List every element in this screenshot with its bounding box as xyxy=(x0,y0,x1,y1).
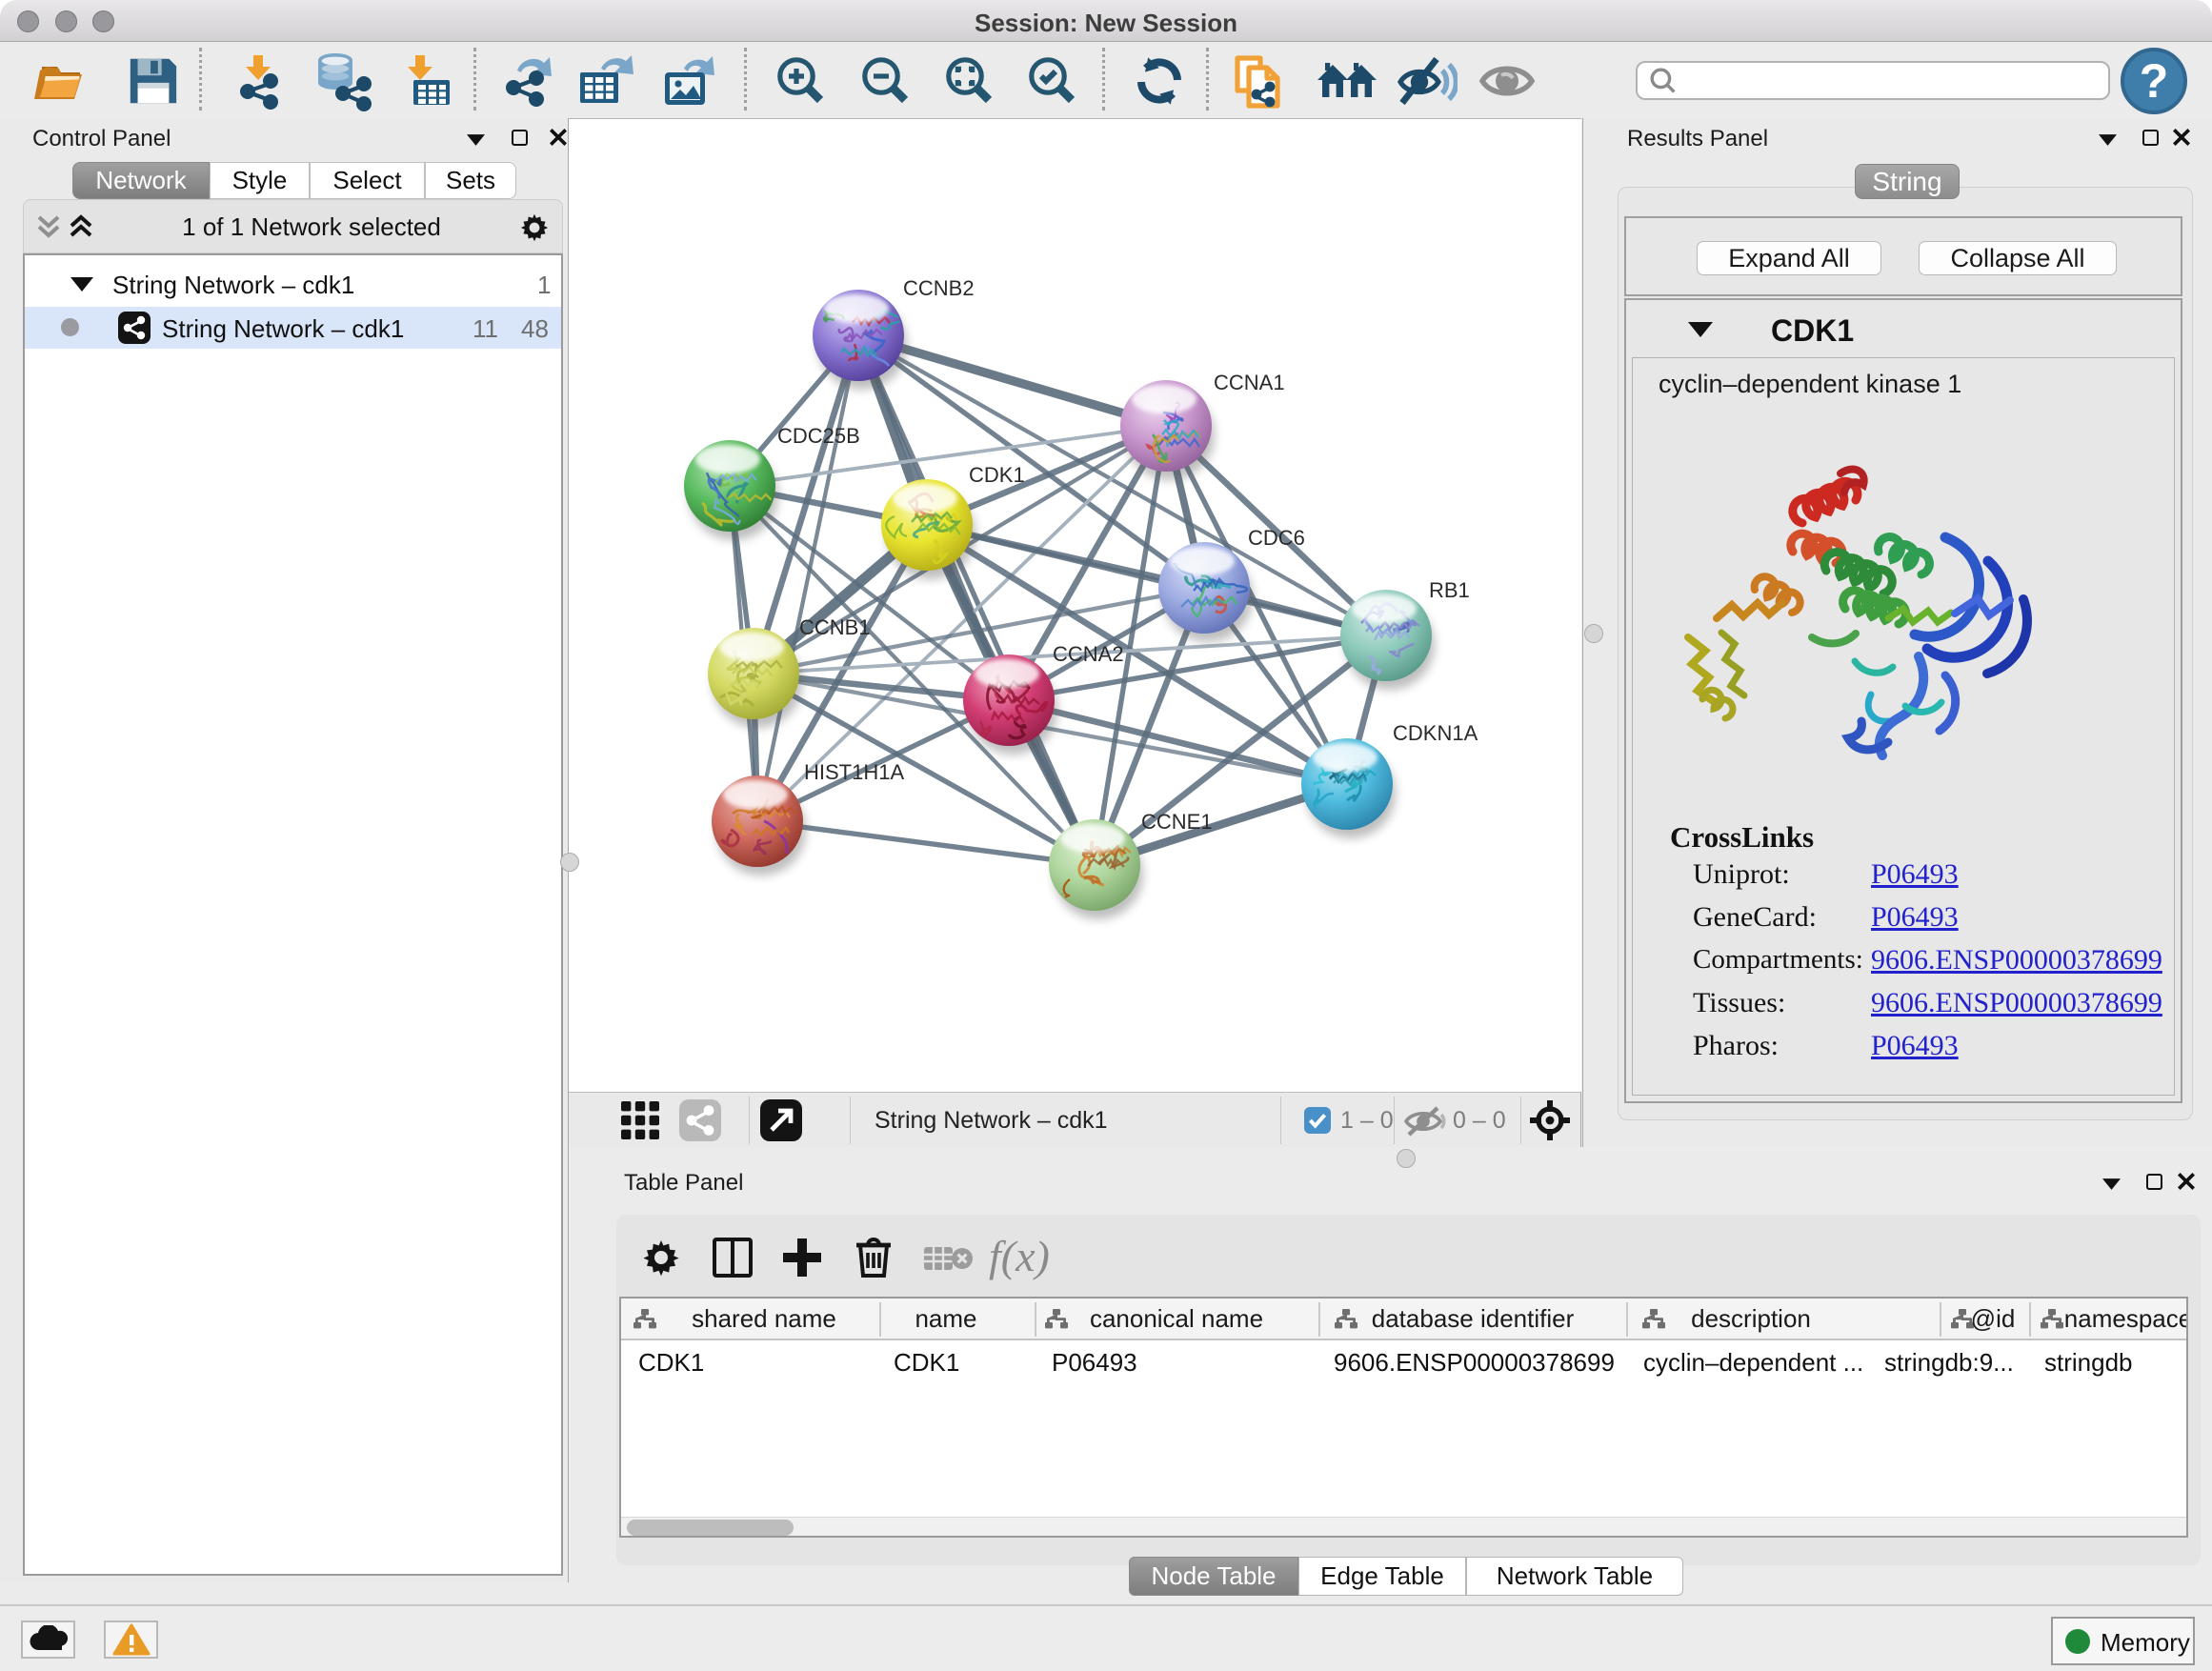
svg-text:CCNB1: CCNB1 xyxy=(799,615,871,639)
svg-text:HIST1H1A: HIST1H1A xyxy=(804,760,904,784)
svg-text:CDK1: CDK1 xyxy=(969,463,1025,487)
svg-text:CDKN1A: CDKN1A xyxy=(1393,721,1478,745)
svg-text:RB1: RB1 xyxy=(1429,578,1470,602)
svg-text:CCNA2: CCNA2 xyxy=(1053,642,1124,666)
svg-text:CCNE1: CCNE1 xyxy=(1141,810,1213,834)
svg-text:CCNB2: CCNB2 xyxy=(903,276,975,300)
svg-text:CDC6: CDC6 xyxy=(1248,526,1305,550)
svg-text:CCNA1: CCNA1 xyxy=(1214,371,1285,394)
svg-text:?: ? xyxy=(2140,54,2169,108)
svg-text:CDC25B: CDC25B xyxy=(777,424,860,448)
